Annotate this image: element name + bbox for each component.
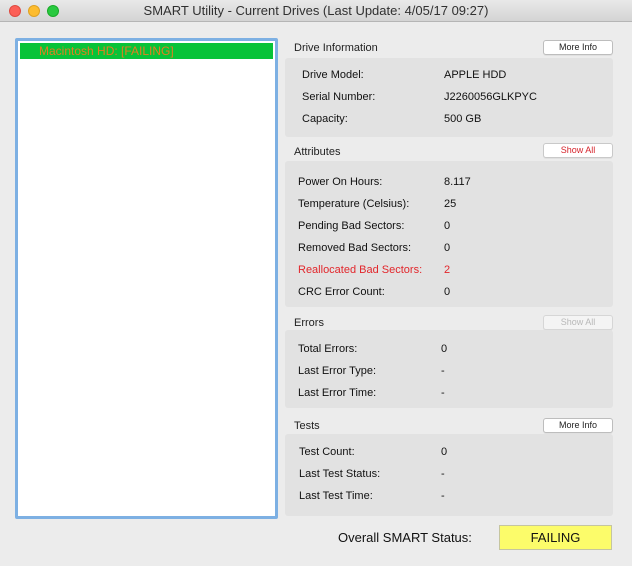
pending-bad-sectors-label: Pending Bad Sectors: xyxy=(298,220,405,232)
attributes-show-all-button[interactable]: Show All xyxy=(543,143,613,158)
reallocated-bad-sectors-value: 2 xyxy=(444,264,451,276)
test-count-label: Test Count: xyxy=(299,446,355,458)
last-test-status-value: - xyxy=(441,468,445,480)
removed-bad-sectors-value: 0 xyxy=(444,242,451,254)
title-bar: SMART Utility - Current Drives (Last Upd… xyxy=(0,0,632,22)
last-error-time-value: - xyxy=(441,387,445,399)
drive-list[interactable]: Macintosh HD: [FAILING] xyxy=(15,38,278,519)
serial-number-value: J2260056GLKPYC xyxy=(444,91,537,103)
drive-information-heading: Drive Information xyxy=(294,42,378,54)
tests-heading: Tests xyxy=(294,420,320,432)
total-errors-value: 0 xyxy=(441,343,448,355)
drive-list-item[interactable]: Macintosh HD: [FAILING] xyxy=(20,43,273,59)
errors-heading: Errors xyxy=(294,317,324,329)
errors-show-all-button[interactable]: Show All xyxy=(543,315,613,330)
capacity-value: 500 GB xyxy=(444,113,482,125)
crc-error-count-value: 0 xyxy=(444,286,451,298)
removed-bad-sectors-label: Removed Bad Sectors: xyxy=(298,242,412,254)
window-title: SMART Utility - Current Drives (Last Upd… xyxy=(143,3,489,18)
total-errors-label: Total Errors: xyxy=(298,343,358,355)
last-error-type-label: Last Error Type: xyxy=(298,365,377,377)
last-test-time-value: - xyxy=(441,490,445,502)
last-error-type-value: - xyxy=(441,365,445,377)
last-error-time-label: Last Error Time: xyxy=(298,387,377,399)
capacity-label: Capacity: xyxy=(302,113,348,125)
drive-more-info-button[interactable]: More Info xyxy=(543,40,613,55)
last-test-status-label: Last Test Status: xyxy=(299,468,381,480)
drive-model-value: APPLE HDD xyxy=(444,69,507,81)
power-on-hours-label: Power On Hours: xyxy=(298,176,383,188)
drive-model-label: Drive Model: xyxy=(302,69,364,81)
overall-smart-status-badge: FAILING xyxy=(499,525,612,550)
last-test-time-label: Last Test Time: xyxy=(299,490,373,502)
temperature-value: 25 xyxy=(444,198,457,210)
test-count-value: 0 xyxy=(441,446,448,458)
reallocated-bad-sectors-label: Reallocated Bad Sectors: xyxy=(298,264,423,276)
tests-more-info-button[interactable]: More Info xyxy=(543,418,613,433)
pending-bad-sectors-value: 0 xyxy=(444,220,451,232)
attributes-heading: Attributes xyxy=(294,146,341,158)
overall-smart-status-label: Overall SMART Status: xyxy=(338,530,472,545)
serial-number-label: Serial Number: xyxy=(302,91,376,103)
power-on-hours-value: 8.117 xyxy=(444,176,471,188)
temperature-label: Temperature (Celsius): xyxy=(298,198,410,210)
crc-error-count-label: CRC Error Count: xyxy=(298,286,385,298)
